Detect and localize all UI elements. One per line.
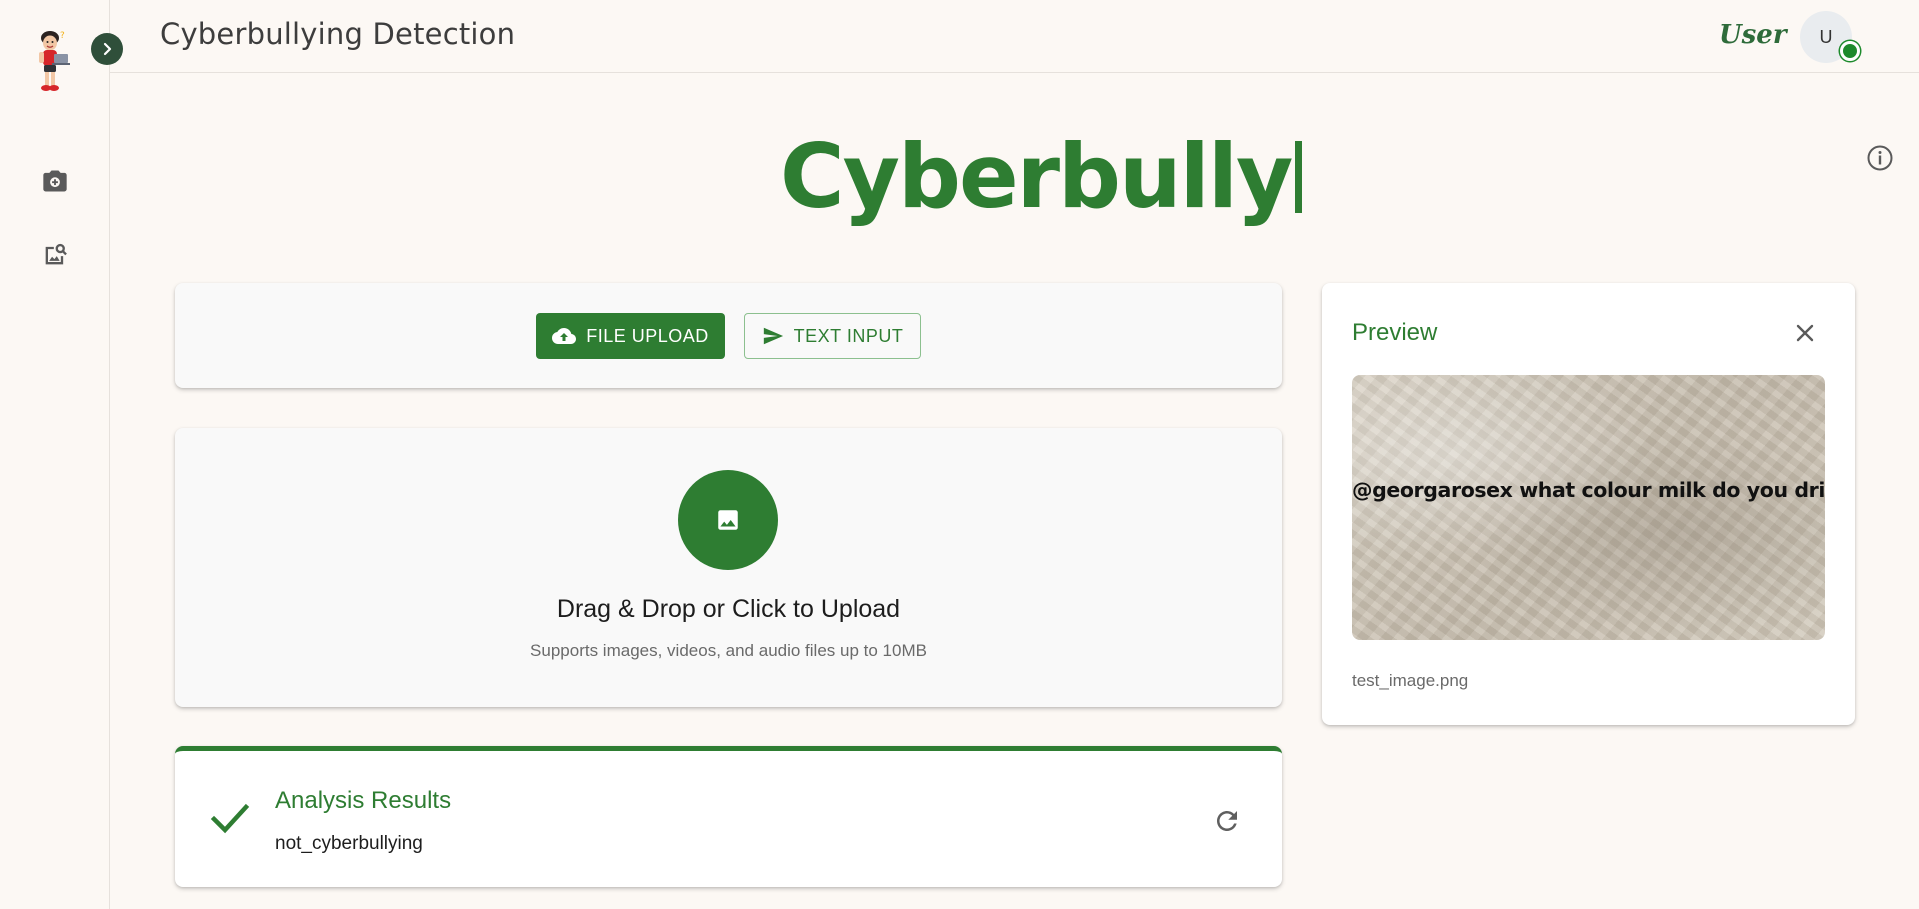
avatar-initial: U <box>1819 26 1833 47</box>
avatar[interactable]: U <box>1800 11 1860 63</box>
dropzone-subtitle: Supports images, videos, and audio files… <box>530 641 927 660</box>
results-title: Analysis Results <box>275 787 452 814</box>
app-header: Cyberbullying Detection User U <box>110 0 1919 73</box>
text-input-label: TEXT INPUT <box>793 325 904 346</box>
sidebar: ? <box>0 0 110 909</box>
input-mode-card: FILE UPLOAD TEXT INPUT <box>175 283 1282 388</box>
typing-caret <box>1295 141 1303 213</box>
image-search-icon[interactable] <box>40 240 70 270</box>
app-title: Cyberbullying Detection <box>160 17 516 51</box>
hero-text: Cyberbully <box>780 125 1293 228</box>
online-status-indicator <box>1840 41 1860 61</box>
send-icon <box>762 325 784 347</box>
info-icon[interactable] <box>1866 144 1894 172</box>
svg-text:?: ? <box>60 31 65 41</box>
chevron-right-icon <box>103 42 112 56</box>
analysis-results-card: Analysis Results not_cyberbullying <box>175 746 1282 887</box>
file-upload-tab[interactable]: FILE UPLOAD <box>536 313 725 359</box>
preview-title: Preview <box>1352 319 1438 346</box>
close-icon[interactable] <box>1791 319 1819 347</box>
hero-typing-text: Cyberbully <box>780 122 1303 232</box>
upload-dropzone[interactable]: Drag & Drop or Click to Upload Supports … <box>175 428 1282 707</box>
add-photo-icon[interactable] <box>40 166 70 196</box>
text-input-tab[interactable]: TEXT INPUT <box>744 313 921 359</box>
preview-card: Preview @georgarosex what colour milk do… <box>1322 283 1855 725</box>
cloud-upload-icon <box>552 324 577 348</box>
dropzone-title: Drag & Drop or Click to Upload <box>556 595 901 623</box>
preview-image: @georgarosex what colour milk do you dri… <box>1352 375 1825 640</box>
file-upload-label: FILE UPLOAD <box>586 325 709 346</box>
user-label: User <box>1719 20 1787 50</box>
preview-filename: test_image.png <box>1352 671 1469 690</box>
mascot-logo: ? <box>30 28 78 98</box>
results-value: not_cyberbullying <box>275 833 423 854</box>
sidebar-toggle-button[interactable] <box>91 33 123 65</box>
refresh-icon[interactable] <box>1212 806 1242 836</box>
upload-image-button[interactable] <box>678 470 778 570</box>
image-icon <box>718 510 738 530</box>
preview-image-text: @georgarosex what colour milk do you dri… <box>1352 478 1825 502</box>
check-icon <box>209 797 251 839</box>
